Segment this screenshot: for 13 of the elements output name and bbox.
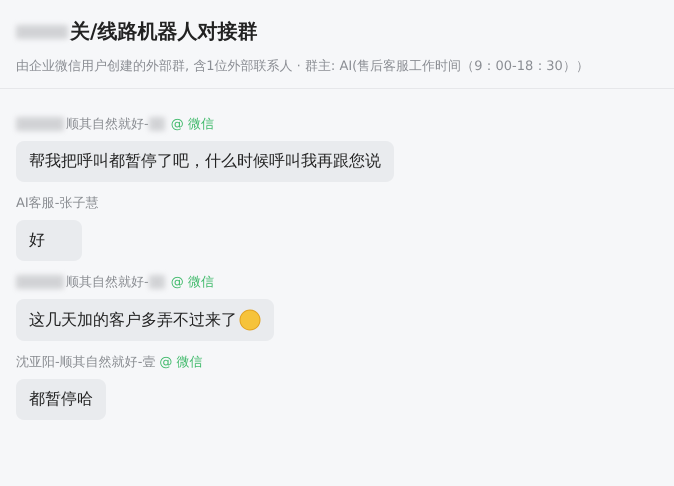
- source-label: @ 微信: [159, 354, 203, 371]
- group-title: 关/线路机器人对接群: [70, 18, 258, 45]
- source-label: @ 微信: [170, 116, 214, 133]
- sender-name: 顺其自然就好-: [66, 116, 149, 133]
- message-bubble: 都暂停哈: [16, 379, 106, 420]
- message-bubble: 好: [16, 220, 82, 261]
- message-bubble: 这几天加的客户多弄不过来了: [16, 299, 274, 341]
- sender-name: 沈亚阳-顺其自然就好-壹: [16, 354, 156, 371]
- message-bubble: 帮我把呼叫都暂停了吧，什么时候呼叫我再跟您说: [16, 141, 394, 182]
- source-label: @ 微信: [170, 274, 214, 291]
- sender-name: AI客服-张子慧: [16, 195, 98, 212]
- group-subtitle: 由企业微信用户创建的外部群, 含1位外部联系人 · 群主: AI(售后客服工作时间（9：00-18：30））: [16, 58, 590, 75]
- sender-name: 顺其自然就好-: [66, 274, 149, 291]
